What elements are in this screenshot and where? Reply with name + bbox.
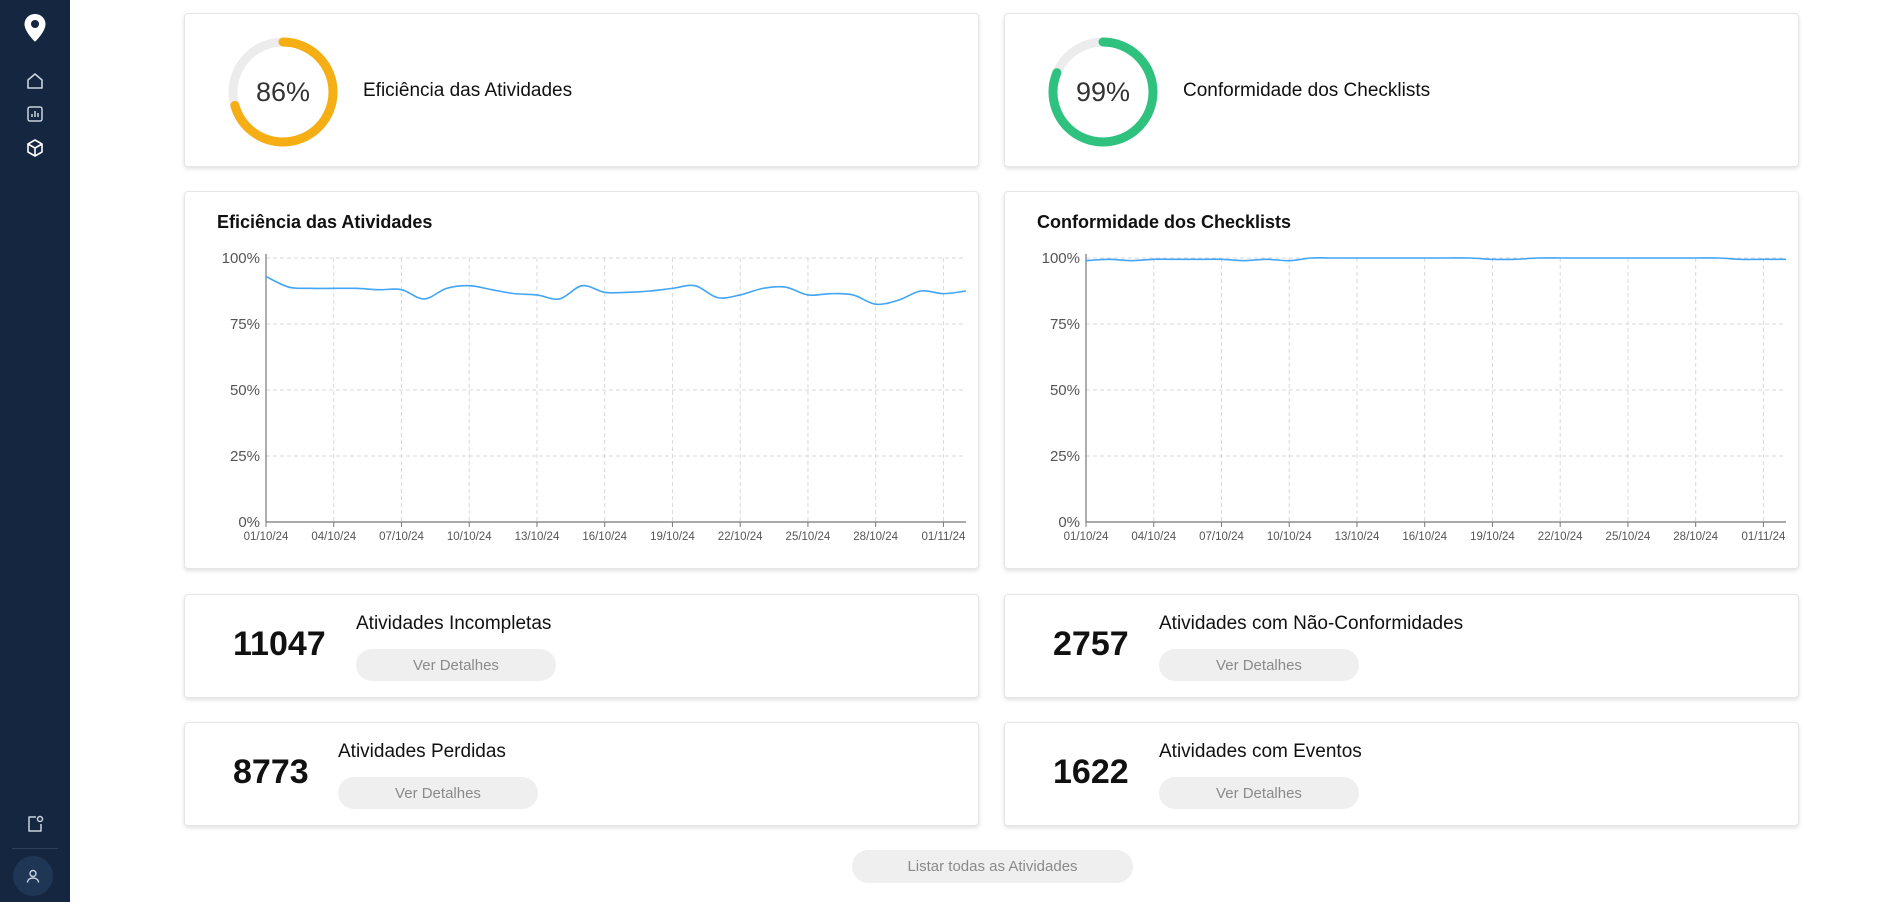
- x-tick-label: 04/10/24: [1131, 531, 1176, 543]
- events-count: 1622: [1053, 753, 1129, 791]
- cube-icon[interactable]: [0, 137, 70, 159]
- home-icon[interactable]: [0, 70, 70, 92]
- stat-card-nonconformities: 2757 Atividades com Não-Conformidades Ve…: [1004, 594, 1799, 698]
- x-tick-label: 10/10/24: [447, 531, 492, 543]
- x-tick-label: 28/10/24: [1673, 531, 1718, 543]
- y-tick-label: 25%: [1050, 448, 1080, 465]
- y-tick-label: 50%: [230, 382, 260, 399]
- stat-card-incomplete: 11047 Atividades Incompletas Ver Detalhe…: [184, 594, 979, 698]
- notification-icon[interactable]: [0, 813, 70, 835]
- compliance-chart-card: Conformidade dos Checklists 100% 75% 50% 25…: [1004, 191, 1799, 569]
- x-tick-label: 13/10/24: [1335, 531, 1380, 543]
- efficiency-chart-card: Eficiência das Atividades 100% 75% 50% 25% 0…: [184, 191, 979, 569]
- compliance-percent: 99%: [1075, 76, 1131, 107]
- compliance-line-chart: 100% 75% 50% 25% 0%01/10/24 04/10/24 07/10/24 1…: [1042, 250, 1786, 543]
- efficiency-label: Eficiência das Atividades: [363, 80, 573, 101]
- compliance-label: Conformidade dos Checklists: [1183, 80, 1431, 101]
- incomplete-details-button[interactable]: Ver Detalhes: [356, 649, 556, 681]
- stat-card-lost: 8773 Atividades Perdidas Ver Detalhes: [184, 722, 979, 826]
- sidebar-divider: [12, 848, 58, 849]
- map-pin-icon[interactable]: [0, 12, 70, 44]
- y-tick-label: 100%: [1042, 250, 1080, 267]
- y-tick-label: 25%: [230, 448, 260, 465]
- nonconformities-count: 2757: [1053, 625, 1129, 663]
- events-details-button[interactable]: Ver Detalhes: [1159, 777, 1359, 809]
- x-tick-label: 13/10/24: [515, 531, 560, 543]
- user-icon: [26, 869, 40, 883]
- bar-chart-icon[interactable]: [0, 103, 70, 125]
- x-tick-label: 04/10/24: [311, 531, 356, 543]
- series-line: [265, 275, 967, 306]
- y-tick-label: 50%: [1050, 382, 1080, 399]
- x-tick-label: 01/11/24: [921, 531, 966, 543]
- x-tick-label: 25/10/24: [786, 531, 831, 543]
- lost-details-button[interactable]: Ver Detalhes: [338, 777, 538, 809]
- x-tick-label: 19/10/24: [650, 531, 695, 543]
- x-tick-label: 07/10/24: [379, 531, 424, 543]
- nonconformities-label: Atividades com Não-Conformidades: [1159, 613, 1464, 634]
- y-tick-label: 0%: [238, 514, 260, 531]
- y-tick-label: 75%: [230, 316, 260, 333]
- lost-count: 8773: [233, 753, 309, 791]
- y-tick-label: 0%: [1058, 514, 1080, 531]
- x-tick-label: 01/10/24: [244, 531, 289, 543]
- efficiency-line-chart: 100% 75% 50% 25% 0%01/10/24 04/10/24 07/10/24 1…: [222, 250, 967, 543]
- x-tick-label: 10/10/24: [1267, 531, 1312, 543]
- list-all-activities-button[interactable]: Listar todas as Atividades: [852, 850, 1133, 883]
- x-tick-label: 16/10/24: [582, 531, 627, 543]
- lost-label: Atividades Perdidas: [338, 741, 506, 762]
- efficiency-percent: 86%: [255, 76, 311, 107]
- events-label: Atividades com Eventos: [1159, 741, 1362, 762]
- y-tick-label: 75%: [1050, 316, 1080, 333]
- x-tick-label: 19/10/24: [1470, 531, 1515, 543]
- x-tick-label: 25/10/24: [1606, 531, 1651, 543]
- incomplete-count: 11047: [233, 625, 326, 663]
- user-avatar[interactable]: [13, 856, 53, 896]
- x-tick-label: 22/10/24: [718, 531, 763, 543]
- y-tick-label: 100%: [222, 250, 260, 267]
- stat-card-events: 1622 Atividades com Eventos Ver Detalhes: [1004, 722, 1799, 826]
- x-tick-label: 01/11/24: [1741, 531, 1786, 543]
- gauge-card-compliance: 99% Conformidade dos Checklists: [1004, 13, 1799, 167]
- nonconformities-details-button[interactable]: Ver Detalhes: [1159, 649, 1359, 681]
- sidebar: [0, 0, 70, 902]
- x-tick-label: 07/10/24: [1199, 531, 1244, 543]
- x-tick-label: 01/10/24: [1064, 531, 1109, 543]
- incomplete-label: Atividades Incompletas: [356, 613, 552, 634]
- x-tick-label: 22/10/24: [1538, 531, 1583, 543]
- x-tick-label: 16/10/24: [1402, 531, 1447, 543]
- x-tick-label: 28/10/24: [853, 531, 898, 543]
- gauge-card-efficiency: 86% Eficiência das Atividades: [184, 13, 979, 167]
